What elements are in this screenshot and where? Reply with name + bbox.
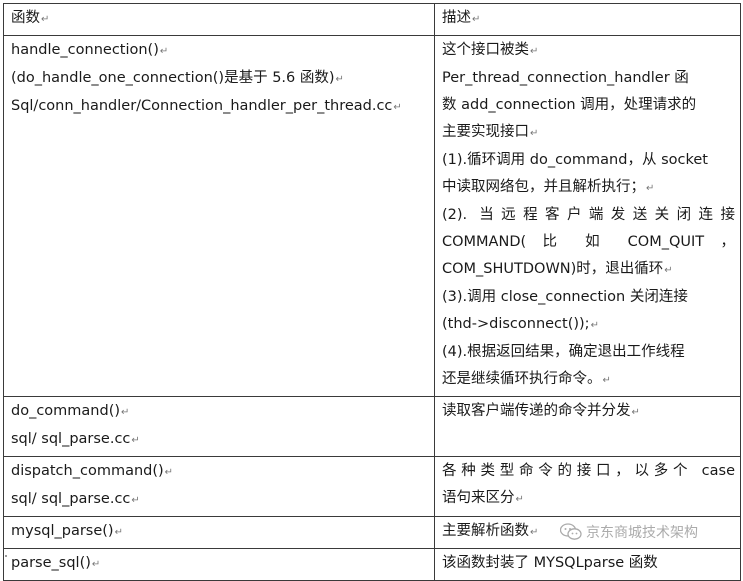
function-cell: dispatch_command()↵ sql/ sql_parse.cc↵ [3, 456, 435, 517]
description-line: (2). 当远程客户端发送关闭连接 [442, 207, 735, 223]
header-cell-description: 描述↵ [434, 3, 741, 36]
table-row: dispatch_command()↵ sql/ sql_parse.cc↵ 各… [3, 456, 741, 517]
description-line: COM_SHUTDOWN)时，退出循环↵ [442, 261, 673, 277]
paragraph-mark-icon: ↵ [393, 102, 402, 113]
paragraph-mark-icon: ↵ [515, 494, 524, 505]
header-cell-function: 函数↵ [3, 3, 435, 36]
paragraph-mark-icon: ↵ [164, 467, 174, 478]
function-cell: parse_sql()↵ [3, 548, 435, 581]
function-note: (do_handle_one_connection()是基于 5.6 函数)↵ [11, 70, 344, 86]
paragraph-mark-icon: ↵ [131, 435, 140, 446]
description-line: 数 add_connection 调用，处理请求的 [442, 97, 697, 113]
description-line: 中读取网络包，并且解析执行；↵ [442, 179, 655, 195]
description-line: (1).循环调用 do_command，从 socket [442, 152, 708, 168]
function-source-path: sql/ sql_parse.cc↵ [11, 491, 140, 507]
description-line: 主要实现接口↵ [442, 124, 539, 140]
paragraph-mark-icon: ↵ [530, 128, 539, 139]
description-line: COMMAND( 比 如 COM_QUIT ， [442, 234, 735, 250]
table-row: do_command()↵ sql/ sql_parse.cc↵ 读取客户端传递… [3, 396, 741, 457]
description-line: 各种类型命令的接口，以多个 case [442, 463, 735, 479]
description-line: 还是继续循环执行命令。↵ [442, 371, 611, 387]
description-cell: 读取客户端传递的命令并分发↵ [434, 396, 741, 457]
paragraph-mark-icon: ↵ [41, 14, 50, 25]
paragraph-mark-icon: ↵ [530, 527, 539, 538]
function-source-path: sql/ sql_parse.cc↵ [11, 431, 140, 447]
description-line: (3).调用 close_connection 关闭连接 [442, 289, 688, 305]
header-label: 描述 [442, 10, 471, 26]
function-cell: mysql_parse()↵ [3, 516, 435, 549]
description-line: 主要解析函数↵ [442, 523, 539, 539]
paragraph-mark-icon: ↵ [335, 74, 344, 85]
description-line: Per_thread_connection_handler 函 [442, 70, 689, 86]
paragraph-mark-icon: ↵ [121, 407, 130, 418]
function-name: do_command()↵ [11, 403, 130, 419]
function-name: mysql_parse()↵ [11, 523, 123, 539]
table-row: mysql_parse()↵ 主要解析函数↵ [3, 516, 741, 549]
description-line: 该函数封装了 MYSQLparse 函数 [442, 555, 658, 571]
paragraph-mark-icon: ↵ [631, 407, 640, 418]
function-cell: do_command()↵ sql/ sql_parse.cc↵ [3, 396, 435, 457]
function-name: handle_connection()↵ [11, 42, 169, 58]
paragraph-mark-icon: ↵ [131, 495, 140, 506]
function-description-table: 函数↵ 描述↵ handle_connection()↵ (do_handle_… [3, 3, 741, 581]
table-row: handle_connection()↵ (do_handle_one_conn… [3, 35, 741, 397]
description-line: 语句来区分↵ [442, 490, 524, 506]
function-name: dispatch_command()↵ [11, 463, 174, 479]
description-cell: 主要解析函数↵ [434, 516, 741, 549]
table-row: parse_sql()↵ 该函数封装了 MYSQLparse 函数 [3, 548, 741, 581]
description-cell: 各种类型命令的接口，以多个 case 语句来区分↵ [434, 456, 741, 517]
table-header-row: 函数↵ 描述↵ [3, 3, 741, 36]
paragraph-mark-icon: ↵ [664, 265, 673, 276]
paragraph-mark-icon: ↵ [91, 559, 101, 570]
paragraph-mark-icon: ↵ [159, 46, 169, 57]
description-cell: 这个接口被类↵ Per_thread_connection_handler 函 … [434, 35, 741, 397]
stray-dot [5, 555, 7, 557]
function-source-path: Sql/conn_handler/Connection_handler_per_… [11, 98, 402, 114]
paragraph-mark-icon: ↵ [530, 46, 539, 57]
function-cell: handle_connection()↵ (do_handle_one_conn… [3, 35, 435, 397]
function-name: parse_sql()↵ [11, 555, 101, 571]
paragraph-mark-icon: ↵ [646, 183, 655, 194]
header-label: 函数 [11, 10, 40, 26]
description-cell: 该函数封装了 MYSQLparse 函数 [434, 548, 741, 581]
paragraph-mark-icon: ↵ [590, 320, 599, 331]
paragraph-mark-icon: ↵ [602, 375, 611, 386]
description-line: (4).根据返回结果，确定退出工作线程 [442, 344, 685, 360]
paragraph-mark-icon: ↵ [114, 527, 123, 538]
description-line: 读取客户端传递的命令并分发↵ [442, 403, 640, 419]
paragraph-mark-icon: ↵ [472, 14, 481, 25]
description-line: (thd->disconnect());↵ [442, 316, 599, 332]
description-line: 这个接口被类↵ [442, 42, 539, 58]
